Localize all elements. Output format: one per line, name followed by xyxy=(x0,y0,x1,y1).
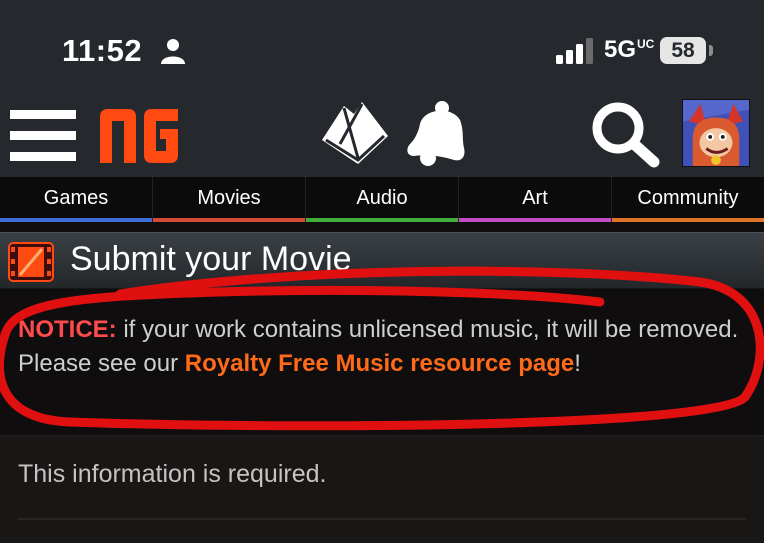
newgrounds-logo[interactable] xyxy=(98,107,182,165)
battery-indicator: 58 xyxy=(660,37,706,64)
nav-audio[interactable]: Audio xyxy=(306,177,459,222)
menu-icon[interactable] xyxy=(10,108,78,164)
royalty-free-music-link[interactable]: Royalty Free Music resource page xyxy=(185,350,574,377)
network-indicator: 5GUC xyxy=(604,36,655,63)
page-title: Submit your Movie xyxy=(70,240,352,278)
person-icon xyxy=(161,39,185,64)
status-time: 11:52 xyxy=(62,33,143,68)
notice-label: NOTICE: xyxy=(18,316,117,343)
category-nav: Games Movies Audio Art Community xyxy=(0,177,764,222)
battery-cap xyxy=(709,45,713,56)
divider xyxy=(18,518,746,520)
avatar[interactable] xyxy=(682,99,750,167)
notice-end: ! xyxy=(574,350,581,377)
nav-games[interactable]: Games xyxy=(0,177,153,222)
required-message: This information is required. xyxy=(18,460,327,488)
signal-icon xyxy=(556,38,593,64)
notice-message: NOTICE: if your work contains unlicensed… xyxy=(18,313,753,381)
form-section xyxy=(0,437,764,543)
nav-art[interactable]: Art xyxy=(459,177,612,222)
nav-community[interactable]: Community xyxy=(612,177,764,222)
nav-movies[interactable]: Movies xyxy=(153,177,306,222)
inbox-icon[interactable] xyxy=(318,100,390,168)
bell-icon[interactable] xyxy=(404,100,468,166)
search-icon[interactable] xyxy=(590,100,660,168)
film-icon xyxy=(8,242,54,282)
